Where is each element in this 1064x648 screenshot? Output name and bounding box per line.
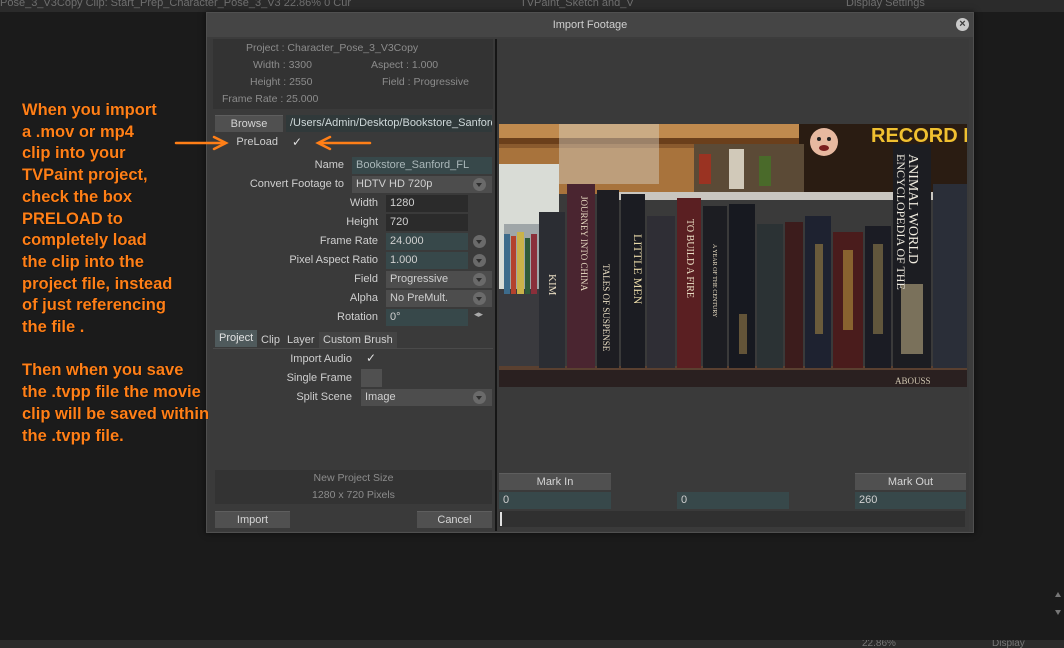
scroll-down-icon[interactable] [1055, 610, 1061, 615]
alpha-label: Alpha [349, 292, 378, 304]
tab-clip[interactable]: Clip [257, 332, 284, 349]
new-project-size-title: New Project Size [313, 472, 394, 484]
background-tab[interactable]: TVPaint_Sketch and_V [520, 0, 634, 9]
chevron-down-icon[interactable] [473, 273, 486, 286]
field-label: Field [354, 273, 378, 285]
project-frame-rate: Frame Rate : 25.000 [222, 93, 319, 105]
book-kim: KIM [546, 274, 558, 296]
pixel-aspect-ratio-field[interactable]: 1.000 [386, 252, 468, 269]
project-width: Width : 3300 [253, 59, 312, 71]
tab-layer[interactable]: Layer [283, 332, 319, 349]
background-status-bar: 22.86% Display [0, 640, 1064, 648]
scroll-up-icon[interactable] [1055, 592, 1061, 597]
timeline-slider[interactable] [499, 511, 965, 527]
tab-project[interactable]: Project [215, 330, 258, 347]
tab-custom-brush[interactable]: Custom Brush [319, 332, 397, 349]
background-title-text: Pose_3_V3Copy Clip: Start_Prep_Character… [0, 0, 351, 9]
cancel-button[interactable]: Cancel [417, 511, 492, 528]
mark-out-field[interactable]: 260 [855, 492, 966, 509]
frame-rate-label: Frame Rate [319, 235, 378, 247]
mark-in-button[interactable]: Mark In [499, 473, 611, 490]
chevron-down-icon[interactable] [473, 254, 486, 267]
chevron-down-icon[interactable] [473, 391, 486, 404]
book-abouss: ABOUSS [895, 376, 931, 386]
annotation-arrows [174, 135, 372, 151]
rotation-label: Rotation [337, 311, 378, 323]
book-little-men: LITTLE MEN [631, 234, 645, 305]
current-frame-field[interactable]: 0 [677, 492, 789, 509]
rotation-field[interactable]: 0° [386, 309, 468, 326]
chevron-down-icon[interactable] [473, 235, 486, 248]
chevron-down-icon[interactable] [473, 178, 486, 191]
tab-separator [213, 348, 493, 349]
project-height: Height : 2550 [250, 76, 313, 88]
background-title-bar: Pose_3_V3Copy Clip: Start_Prep_Character… [0, 0, 1064, 12]
chevron-down-icon[interactable] [473, 292, 486, 305]
rotation-stepper-icon[interactable]: ◂▸ [474, 309, 483, 320]
file-path-field[interactable]: /Users/Admin/Desktop/Bookstore_Sanford [286, 115, 492, 132]
background-display-button[interactable]: Display [992, 640, 1025, 648]
background-zoom: 22.86% [862, 640, 896, 648]
project-name: Project : Character_Pose_3_V3Copy [246, 42, 419, 54]
width-label: Width [349, 197, 378, 209]
project-aspect: Aspect : 1.000 [371, 59, 439, 71]
book-to-build-a-fire: TO BUILD A FIRE [684, 219, 695, 298]
book-a-year-of-the-century: A YEAR OF THE CENTURY [711, 244, 717, 318]
height-label: Height [346, 216, 378, 228]
width-field[interactable]: 1280 [386, 195, 468, 212]
single-frame-label: Single Frame [286, 372, 352, 384]
book-animal-world: ANIMAL WORLD [905, 154, 920, 264]
import-audio-label: Import Audio [290, 353, 352, 365]
convert-footage-dropdown[interactable]: HDTV HD 720p [352, 176, 492, 193]
display-settings-label[interactable]: Display Settings [846, 0, 925, 9]
pixel-aspect-ratio-label: Pixel Aspect Ratio [289, 254, 378, 266]
new-project-size-value: 1280 x 720 Pixels [312, 489, 395, 501]
name-label: Name [314, 159, 344, 171]
project-field: Field : Progressive [382, 76, 469, 88]
mark-in-field[interactable]: 0 [499, 492, 611, 509]
height-field[interactable]: 720 [386, 214, 468, 231]
record-sign-text: RECORD LO [871, 125, 967, 147]
svg-text:RECORD LO: RECORD LO [871, 125, 967, 147]
split-scene-label: Split Scene [296, 391, 352, 403]
import-audio-checkbox[interactable]: ✓ [366, 351, 376, 365]
footage-preview-image: RECORD LO [499, 124, 967, 387]
browse-button[interactable]: Browse [215, 115, 283, 132]
close-icon[interactable]: × [956, 18, 969, 31]
timeline-playhead[interactable] [500, 512, 502, 526]
dialog-title: Import Footage [207, 13, 973, 37]
single-frame-checkbox[interactable] [361, 369, 382, 387]
book-tales-of-suspense: TALES OF SUSPENSE [601, 264, 611, 352]
mark-out-button[interactable]: Mark Out [855, 473, 966, 490]
background-scrollbar[interactable] [1055, 570, 1062, 640]
convert-footage-label: Convert Footage to [249, 178, 344, 190]
frame-rate-field[interactable]: 24.000 [386, 233, 468, 250]
import-button[interactable]: Import [215, 511, 290, 528]
book-journey-into-china: JOURNEY INTO CHINA [579, 196, 589, 291]
name-field[interactable]: Bookstore_Sanford_FL [352, 157, 492, 174]
